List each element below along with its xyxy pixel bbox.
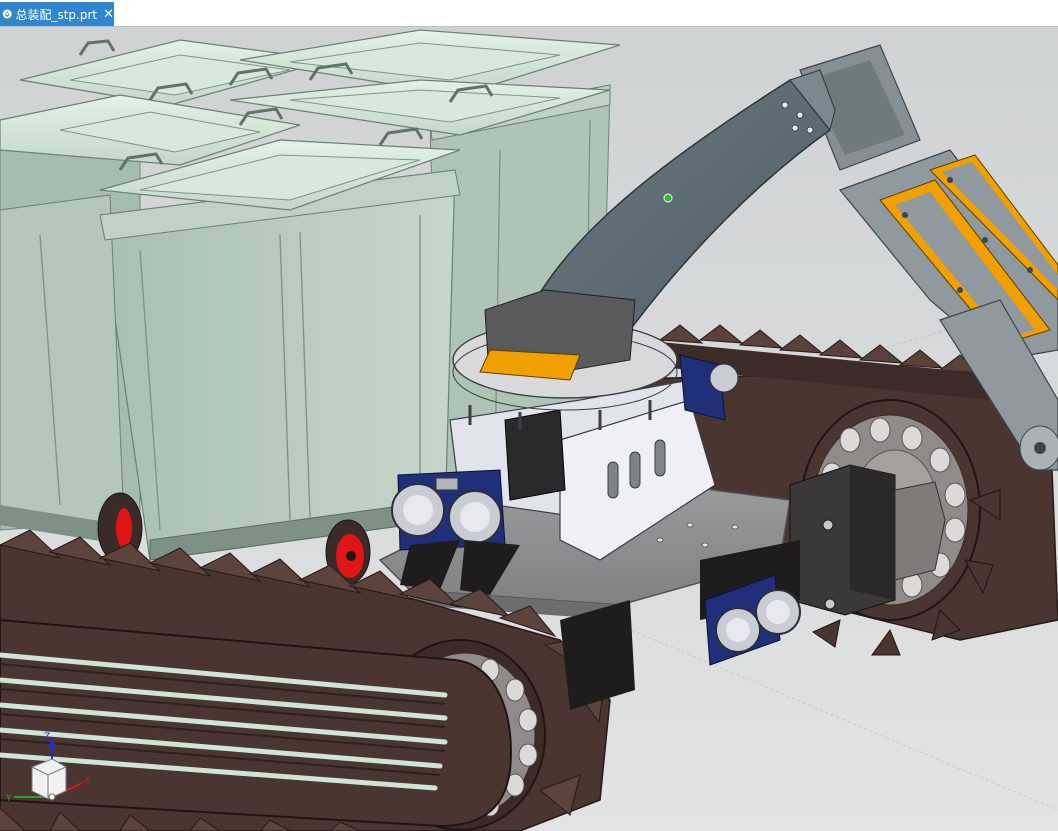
triad-y-label: Y	[5, 794, 12, 804]
tab-label: 总装配_stp.prt	[15, 7, 98, 22]
coordinate-triad: Z X Y	[5, 732, 90, 804]
graphics-viewport[interactable]: Z X Y	[0, 27, 1058, 831]
part-file-icon	[2, 9, 12, 19]
triad-z-label: Z	[44, 732, 50, 742]
close-icon[interactable]: ✕	[103, 7, 114, 22]
assembly-model-view[interactable]	[0, 27, 1058, 831]
document-tab[interactable]: 总装配_stp.prt ✕	[0, 2, 114, 26]
ultrasonic-sensor-front	[391, 469, 506, 551]
triad-x-label: X	[84, 776, 90, 786]
document-tab-bar: 总装配_stp.prt ✕	[0, 0, 1058, 27]
